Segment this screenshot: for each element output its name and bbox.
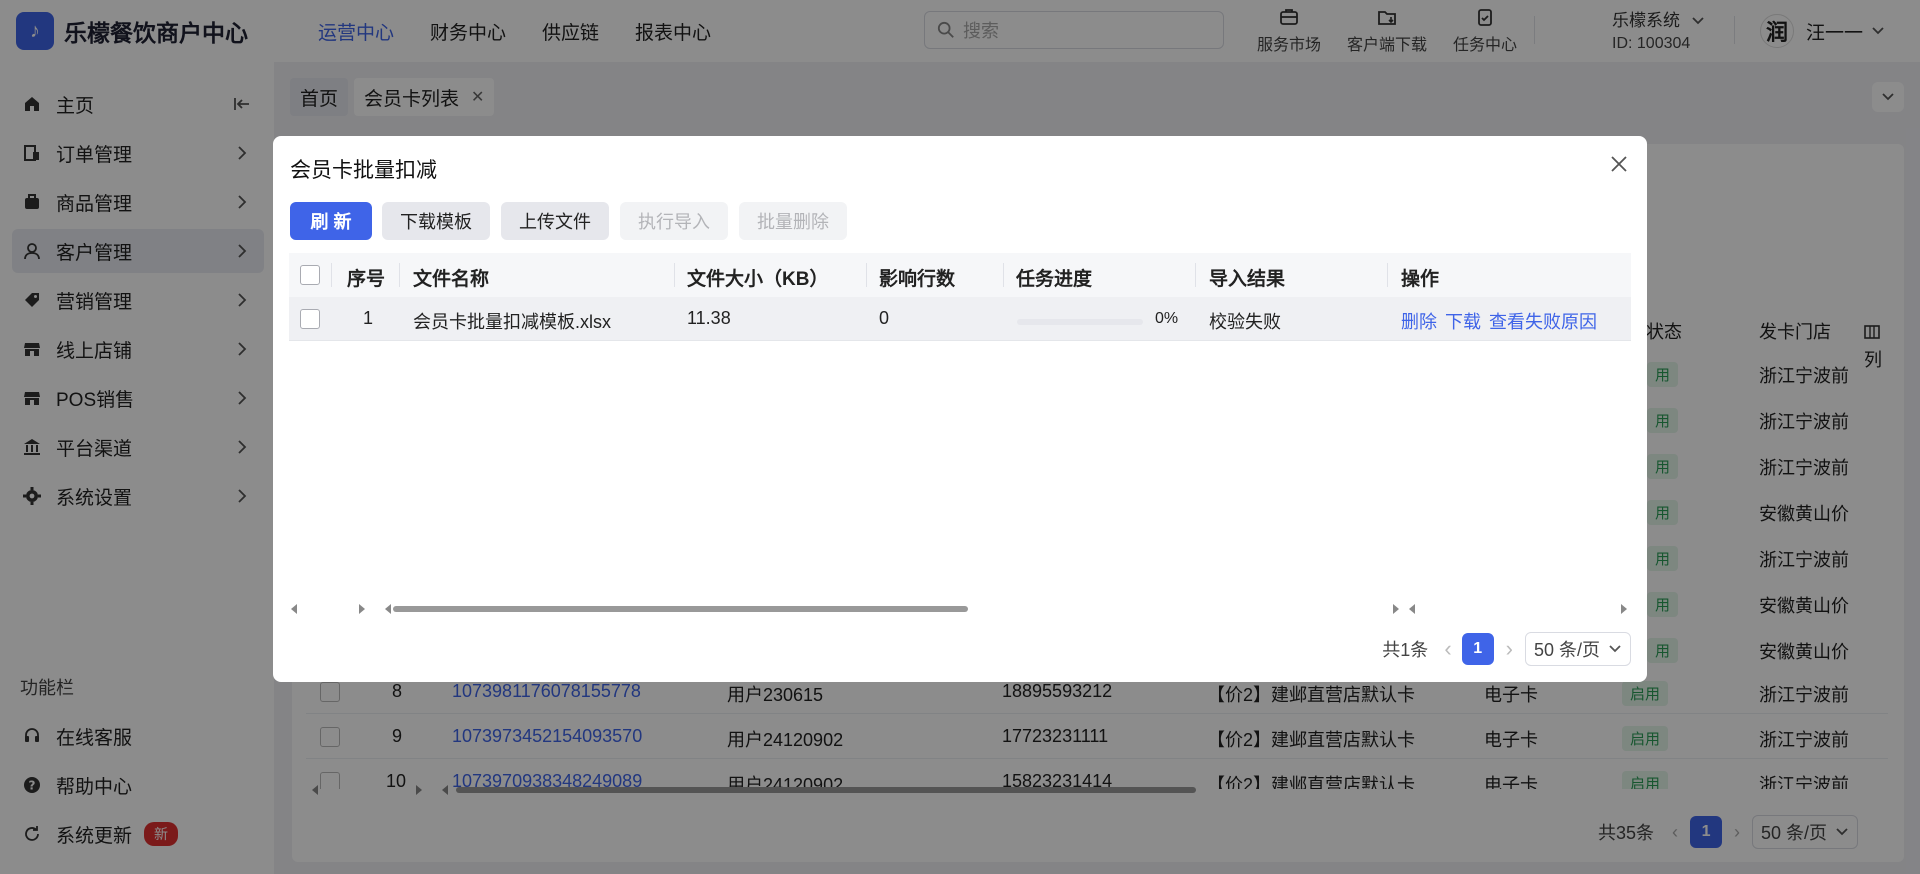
- file-name-cell: 会员卡批量扣减模板.xlsx: [413, 312, 611, 332]
- modal-title: 会员卡批量扣减: [290, 159, 437, 182]
- prev-page-icon[interactable]: ‹: [1444, 636, 1451, 662]
- close-icon[interactable]: [1609, 154, 1629, 179]
- column-header-no: 序号: [347, 269, 386, 290]
- affected-rows-cell: 0: [879, 308, 890, 328]
- batch-deduct-modal: 会员卡批量扣减 刷 新 下载模板 上传文件 执行导入 批量删除 序号 文件名称 …: [273, 136, 1647, 682]
- task-progress-bar: [1017, 319, 1143, 325]
- row-checkbox[interactable]: [300, 309, 320, 329]
- file-size-cell: 11.38: [687, 308, 731, 328]
- select-all-checkbox[interactable]: [300, 265, 320, 285]
- modal-pagination: 共1条 ‹ 1 › 50 条/页: [1382, 632, 1631, 666]
- download-template-button[interactable]: 下载模板: [382, 202, 490, 240]
- page-size-select[interactable]: 50 条/页: [1524, 632, 1631, 666]
- batch-delete-button[interactable]: 批量删除: [739, 202, 847, 240]
- column-header-progress: 任务进度: [1016, 269, 1093, 290]
- execute-import-button[interactable]: 执行导入: [620, 202, 728, 240]
- column-header-file-size: 文件大小（KB）: [687, 269, 829, 290]
- chevron-down-icon: [1609, 645, 1621, 653]
- total-count: 共1条: [1382, 640, 1429, 660]
- scroll-left-icon[interactable]: [385, 604, 391, 614]
- column-header-result: 导入结果: [1209, 269, 1286, 290]
- scroll-right-icon[interactable]: [1621, 604, 1627, 614]
- row-number: 1: [363, 308, 374, 328]
- progress-label: 0%: [1155, 310, 1179, 327]
- table-row[interactable]: 1 会员卡批量扣减模板.xlsx 11.38 0 0% 校验失败 删除 下载 查看失…: [289, 297, 1631, 341]
- refresh-button[interactable]: 刷 新: [290, 202, 372, 240]
- next-page-icon[interactable]: ›: [1506, 636, 1513, 662]
- upload-file-button[interactable]: 上传文件: [501, 202, 609, 240]
- view-failure-reason-link[interactable]: 查看失败原因: [1489, 312, 1597, 332]
- column-header-actions: 操作: [1401, 269, 1440, 290]
- download-link[interactable]: 下载: [1445, 312, 1481, 332]
- scroll-right-icon[interactable]: [359, 604, 365, 614]
- scroll-left-icon[interactable]: [1409, 604, 1415, 614]
- scroll-thumb[interactable]: [393, 606, 968, 612]
- page-button[interactable]: 1: [1461, 633, 1494, 665]
- table-scrollbar[interactable]: [289, 601, 1631, 617]
- table-header: 序号 文件名称 文件大小（KB） 影响行数 任务进度 导入结果 操作: [289, 253, 1631, 297]
- column-header-file-name: 文件名称: [413, 269, 490, 290]
- delete-link[interactable]: 删除: [1401, 312, 1437, 332]
- column-header-affected-rows: 影响行数: [879, 269, 956, 290]
- import-result-cell: 校验失败: [1209, 312, 1281, 332]
- scroll-left-icon[interactable]: [291, 604, 297, 614]
- scroll-right-icon[interactable]: [1393, 604, 1399, 614]
